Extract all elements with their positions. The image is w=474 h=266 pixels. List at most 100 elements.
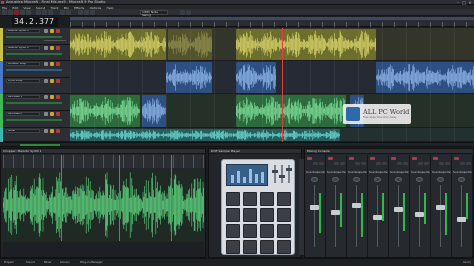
drum-pad[interactable]	[277, 192, 291, 206]
arm-button[interactable]	[56, 46, 60, 50]
mute-button[interactable]	[44, 79, 48, 83]
drum-pad[interactable]	[226, 192, 240, 206]
rewind-button[interactable]	[2, 10, 7, 15]
chop-marker[interactable]	[119, 155, 120, 241]
volume-fader[interactable]	[436, 205, 445, 210]
pan-knob[interactable]	[353, 177, 360, 182]
chopper-waveform-area[interactable]	[3, 169, 204, 241]
solo-button[interactable]	[50, 95, 54, 99]
arm-button[interactable]	[56, 62, 60, 66]
solo-button[interactable]	[50, 62, 54, 66]
mute-button[interactable]	[44, 129, 48, 133]
chop-marker[interactable]	[61, 155, 62, 241]
redo-button[interactable]	[186, 10, 191, 15]
arm-button[interactable]	[56, 129, 60, 133]
track-name[interactable]: Drum Loop	[6, 79, 40, 83]
tab-library[interactable]: Library	[60, 260, 70, 264]
track-lane[interactable]	[70, 94, 474, 128]
track-lane[interactable]	[70, 61, 474, 94]
volume-fader[interactable]	[394, 207, 403, 212]
undo-button[interactable]	[180, 10, 185, 15]
play-button[interactable]	[8, 10, 13, 15]
audio-clip[interactable]	[376, 62, 474, 93]
drum-pad[interactable]	[243, 192, 257, 206]
volume-fader[interactable]	[352, 203, 361, 208]
track-lane[interactable]	[70, 128, 474, 142]
mute-button[interactable]	[313, 162, 318, 165]
mute-button[interactable]	[397, 162, 402, 165]
tab-plugin-manager[interactable]: Plug-in Manager	[80, 260, 103, 264]
track-header[interactable]: Melodic Synth 2	[0, 45, 70, 61]
mute-button[interactable]	[44, 95, 48, 99]
snap-select[interactable]: 1/8th Note Swing	[140, 10, 168, 17]
audio-clip[interactable]	[236, 62, 276, 93]
record-arm-button[interactable]	[307, 157, 312, 160]
timeline-ruler[interactable]	[70, 17, 474, 27]
solo-button[interactable]	[50, 29, 54, 33]
pan-knob[interactable]	[311, 177, 318, 182]
zoom-out-button[interactable]	[66, 10, 71, 15]
track-header[interactable]: Pad Bass 2	[0, 111, 70, 128]
snap-button[interactable]	[90, 10, 95, 15]
pan-knob[interactable]	[395, 177, 402, 182]
audio-clip[interactable]	[236, 29, 376, 60]
zoom-in-button[interactable]	[60, 10, 65, 15]
track-header[interactable]: Pad Bass 1	[0, 94, 70, 111]
record-arm-button[interactable]	[328, 157, 333, 160]
audio-clip[interactable]	[70, 129, 340, 141]
solo-button[interactable]	[445, 162, 450, 165]
pan-knob[interactable]	[374, 177, 381, 182]
drum-pad[interactable]	[277, 224, 291, 238]
cut-tool-button[interactable]	[42, 10, 47, 15]
metronome-button[interactable]	[84, 10, 89, 15]
drum-pad[interactable]	[243, 208, 257, 222]
track-lane[interactable]	[70, 28, 474, 61]
audio-clip[interactable]	[142, 95, 166, 127]
drum-pad[interactable]	[260, 224, 274, 238]
slider-knob[interactable]	[279, 175, 285, 178]
drum-pad[interactable]	[243, 240, 257, 254]
record-arm-button[interactable]	[454, 157, 459, 160]
track-name[interactable]: Pad Bass 2	[6, 112, 40, 116]
tab-sound[interactable]: Sound	[26, 260, 35, 264]
slider-knob[interactable]	[286, 168, 292, 171]
solo-button[interactable]	[340, 162, 345, 165]
volume-fader[interactable]	[415, 212, 424, 217]
pan-knob[interactable]	[437, 177, 444, 182]
drum-pad[interactable]	[226, 208, 240, 222]
mute-button[interactable]	[355, 162, 360, 165]
audio-clip[interactable]	[236, 95, 346, 127]
volume-fader[interactable]	[44, 40, 66, 41]
device-slider[interactable]	[286, 165, 292, 183]
loop-button[interactable]	[26, 10, 31, 15]
solo-button[interactable]	[50, 79, 54, 83]
device-slider[interactable]	[272, 165, 278, 183]
arm-button[interactable]	[56, 79, 60, 83]
volume-fader[interactable]	[331, 210, 340, 215]
chopper-grid[interactable]	[3, 155, 204, 168]
mute-button[interactable]	[44, 62, 48, 66]
record-arm-button[interactable]	[433, 157, 438, 160]
mute-button[interactable]	[44, 46, 48, 50]
drum-pad[interactable]	[277, 208, 291, 222]
solo-button[interactable]	[50, 129, 54, 133]
drum-pad[interactable]	[260, 208, 274, 222]
volume-fader[interactable]	[373, 215, 382, 220]
volume-fader[interactable]	[457, 217, 466, 222]
record-button[interactable]	[14, 10, 19, 15]
record-arm-button[interactable]	[370, 157, 375, 160]
track-header[interactable]: Drum Loop	[0, 78, 70, 94]
solo-button[interactable]	[319, 162, 324, 165]
record-arm-button[interactable]	[349, 157, 354, 160]
arm-button[interactable]	[56, 29, 60, 33]
mute-button[interactable]	[418, 162, 423, 165]
tab-project[interactable]: Project	[4, 260, 14, 264]
solo-button[interactable]	[424, 162, 429, 165]
stop-button[interactable]	[20, 10, 25, 15]
solo-button[interactable]	[50, 46, 54, 50]
draw-tool-button[interactable]	[48, 10, 53, 15]
record-arm-button[interactable]	[412, 157, 417, 160]
track-name[interactable]: Vocal	[6, 129, 40, 133]
track-header[interactable]: Vocal	[0, 128, 70, 142]
pan-knob[interactable]	[332, 177, 339, 182]
